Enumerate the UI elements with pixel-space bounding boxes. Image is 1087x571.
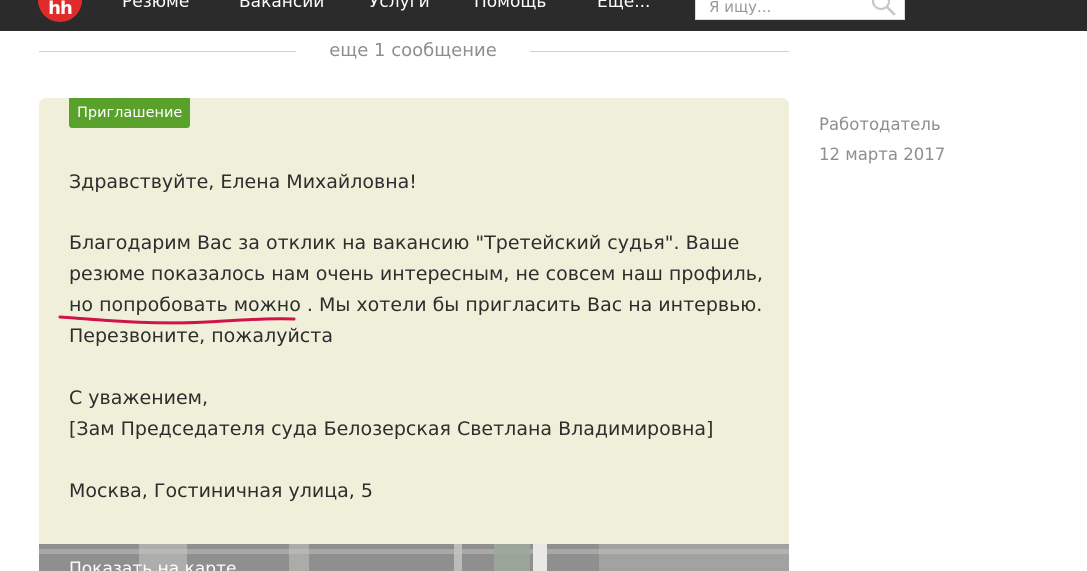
- message-regards: С уважением,: [69, 387, 209, 409]
- invitation-badge: Приглашение: [69, 98, 191, 128]
- search-input[interactable]: [696, 0, 879, 21]
- message-body-line-4: Перезвоните, пожалуйста: [69, 321, 629, 352]
- message-greeting: Здравствуйте, Елена Михайловна!: [69, 171, 417, 193]
- nav-services[interactable]: Услуги: [369, 0, 430, 12]
- message-callback-text: Перезвоните, пожалуйста: [69, 325, 333, 347]
- map-street: [533, 544, 547, 571]
- message-body-line-2: резюме показалось нам очень интересным, …: [69, 263, 763, 285]
- nav-resume[interactable]: Резюме: [122, 0, 189, 12]
- show-on-map-link[interactable]: Показать на карте: [69, 559, 236, 571]
- top-navigation-bar: hh Резюме Вакансии Услуги Помощь Еще...: [0, 0, 1087, 31]
- message-date: 12 марта 2017: [819, 145, 946, 164]
- more-messages-link[interactable]: еще 1 сообщение: [296, 40, 530, 61]
- logo-text: hh: [48, 0, 73, 19]
- map-building: [599, 544, 789, 571]
- nav-more[interactable]: Еще...: [597, 0, 650, 12]
- message-signature: [Зам Председателя суда Белозерская Светл…: [69, 418, 714, 440]
- map-building: [289, 544, 309, 571]
- map-preview[interactable]: Показать на карте: [39, 544, 789, 571]
- map-road: [454, 544, 462, 571]
- search-box: [695, 0, 905, 21]
- divider-left: [39, 51, 296, 52]
- message-address: Москва, Гостиничная улица, 5: [69, 480, 373, 502]
- nav-vacancies[interactable]: Вакансии: [239, 0, 324, 12]
- nav-help[interactable]: Помощь: [474, 0, 546, 12]
- message-body-line-1: Благодарим Вас за отклик на вакансию "Тр…: [69, 232, 740, 254]
- search-icon[interactable]: [870, 0, 896, 16]
- message-card: Приглашение Здравствуйте, Елена Михайлов…: [39, 98, 789, 571]
- divider-right: [530, 51, 789, 52]
- sender-label: Работодатель: [819, 115, 941, 134]
- message-body-line-3-rest: . Мы хотели бы пригласить Вас на интервь…: [306, 294, 763, 316]
- hh-logo[interactable]: hh: [38, 0, 82, 22]
- map-park: [494, 544, 530, 571]
